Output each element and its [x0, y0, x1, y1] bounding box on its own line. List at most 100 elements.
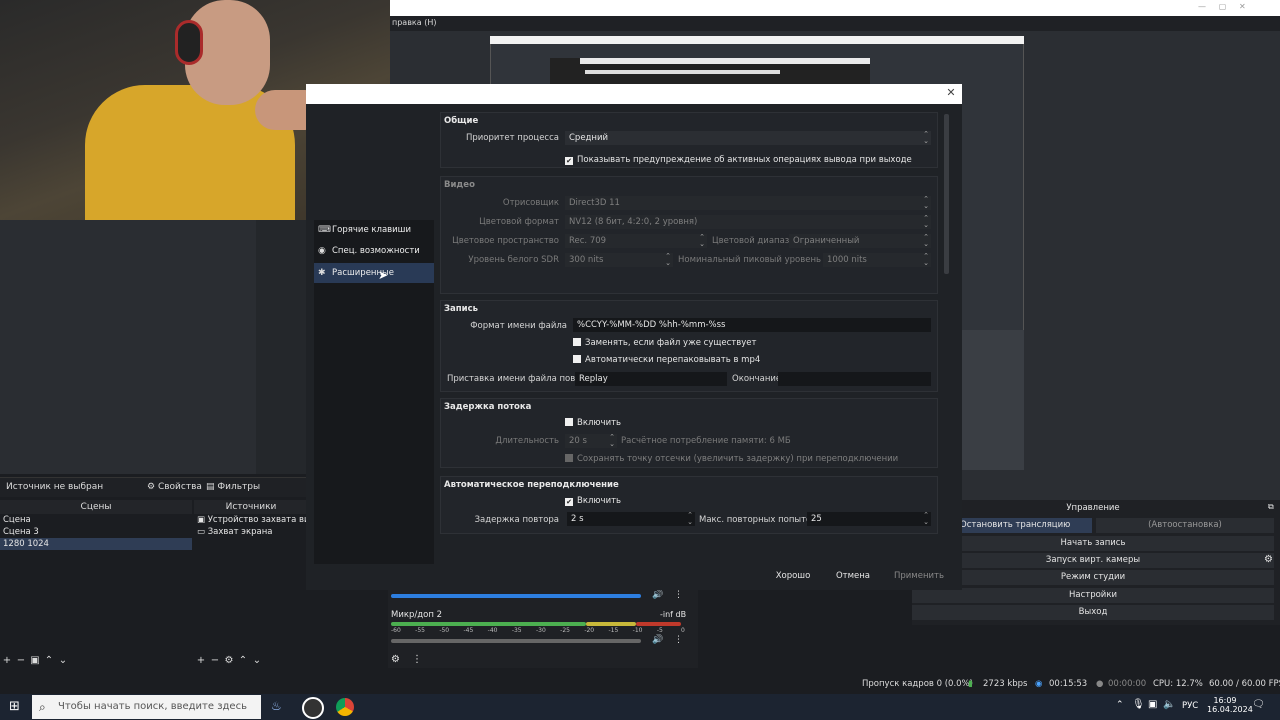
taskbar-search[interactable]: ⌕ Чтобы начать поиск, введите здесь запр…	[32, 695, 261, 719]
start-recording-button[interactable]: Начать запись	[912, 536, 1274, 551]
fps: 60.00 / 60.00 FPS	[1209, 679, 1280, 689]
settings-scroll-thumb[interactable]	[944, 114, 949, 274]
reconnect-enable-checkbox[interactable]: ✔ Включить	[565, 496, 621, 506]
mic-icon[interactable]: 🎙	[1132, 699, 1145, 710]
scene-item[interactable]: Сцена 3	[0, 526, 192, 538]
reconnect-enable-label: Включить	[577, 496, 622, 506]
window-titlebar	[390, 0, 1280, 16]
remove-icon[interactable]: −	[208, 654, 222, 668]
add-icon[interactable]: +	[194, 654, 208, 668]
nav-item-advanced[interactable]: ✱ Расширенные	[314, 263, 434, 283]
close-icon[interactable]: ✕	[1239, 2, 1246, 11]
undock-icon[interactable]: ⧉	[1268, 502, 1274, 512]
filters-button[interactable]: ▤ Фильтры	[206, 482, 260, 492]
language-indicator[interactable]: РУС	[1182, 701, 1198, 711]
properties-button[interactable]: ⚙ Свойства	[147, 482, 202, 492]
tray-arrow-icon[interactable]: ⌃	[1116, 700, 1124, 710]
steam-icon[interactable]: ♨	[271, 699, 282, 713]
ok-button[interactable]: Хорошо	[770, 568, 816, 584]
cancel-button[interactable]: Отмена	[832, 568, 874, 584]
windows-start-icon[interactable]: ⊞	[9, 699, 20, 714]
overwrite-checkbox[interactable]: Заменять, если файл уже существует	[573, 338, 756, 348]
replay-prefix-input[interactable]: Replay	[575, 372, 727, 386]
volume-slider[interactable]	[391, 594, 641, 598]
volume-slider[interactable]	[391, 639, 641, 643]
headphones	[175, 20, 203, 65]
color-range-label: Цветовой диапазон	[712, 236, 801, 246]
up-icon[interactable]: ⌃	[42, 654, 56, 668]
up-icon[interactable]: ⌃	[236, 654, 250, 668]
mixer-scale-tick: -55	[415, 627, 425, 634]
remux-checkbox[interactable]: Автоматически перепаковывать в mp4	[573, 355, 760, 365]
controls-dock: Управление ⧉ Остановить трансляцию (Авто…	[912, 500, 1280, 625]
speaker-icon[interactable]: 🔊	[652, 635, 663, 645]
clock[interactable]: 16:09 16.04.2024	[1207, 696, 1253, 714]
gear-icon: ⚙	[147, 482, 156, 492]
add-icon[interactable]: +	[0, 654, 14, 668]
down-icon[interactable]: ⌄	[250, 654, 264, 668]
down-icon[interactable]: ⌄	[56, 654, 70, 668]
retry-delay-spinbox[interactable]: 2 s ⌃ ⌄	[567, 512, 695, 526]
color-format-select: NV12 (8 бит, 4:2:0, 2 уровня) ⌃ ⌄	[565, 215, 931, 229]
mixer-scale-tick: -60	[391, 627, 401, 634]
priority-select[interactable]: Средний ⌃ ⌄	[565, 131, 931, 145]
memory-estimate: Расчётное потребление памяти: 6 МБ	[621, 436, 791, 446]
max-retries-spinbox[interactable]: 25 ⌃ ⌄	[807, 512, 931, 526]
mixer-scale-tick: -50	[439, 627, 450, 634]
more-icon[interactable]: ⋮	[674, 635, 683, 645]
menu-item-edit[interactable]: правка (H)	[392, 18, 436, 27]
mixer-scale-tick: -10	[632, 627, 643, 634]
source-item[interactable]: ▭ Захват экрана	[194, 526, 308, 538]
obs-icon[interactable]	[302, 697, 324, 719]
gear-icon[interactable]: ⚙	[222, 654, 236, 668]
mixer-scale-tick: -40	[487, 627, 498, 634]
source-preview	[0, 220, 256, 474]
wrench-icon: ✱	[318, 268, 326, 278]
close-icon[interactable]: ✕	[944, 86, 958, 100]
suffix-input[interactable]	[778, 372, 931, 386]
maximize-icon[interactable]: ▢	[1219, 2, 1227, 11]
select-arrows-icon: ⌃ ⌄	[699, 234, 705, 248]
studio-mode-button[interactable]: Режим студии	[912, 570, 1274, 585]
network-icon[interactable]: ▣	[1148, 699, 1157, 710]
window-controls[interactable]: — ▢ ✕	[1198, 2, 1278, 14]
source-item[interactable]: ▣ Устройство захвата видео	[194, 514, 308, 526]
speaker-icon[interactable]: 🔊	[652, 590, 663, 600]
source-label: Захват экрана	[207, 527, 273, 537]
filter-icon[interactable]: ▣	[28, 654, 42, 668]
more-icon[interactable]: ⋮	[674, 590, 683, 600]
auto-stop-button[interactable]: (Автоостановка)	[1096, 518, 1274, 533]
mixer-scale-tick: -30	[536, 627, 546, 634]
signal-icon: ▮	[968, 679, 973, 689]
settings-button[interactable]: Настройки	[912, 588, 1274, 603]
priority-value: Средний	[569, 133, 609, 143]
exit-button[interactable]: Выход	[912, 605, 1274, 620]
gear-icon[interactable]: ⚙	[391, 654, 400, 665]
nav-item-accessibility[interactable]: ◉ Спец. возможности	[314, 241, 434, 261]
scene-item-selected[interactable]: 1280 1024	[0, 538, 192, 550]
notifications-icon[interactable]: 🗨	[1252, 699, 1265, 710]
minimize-icon[interactable]: —	[1198, 2, 1206, 11]
nav-item-hotkeys[interactable]: ⌨ Горячие клавиши	[314, 220, 434, 240]
renderer-value: Direct3D 11	[569, 198, 620, 208]
chrome-icon[interactable]	[336, 698, 354, 716]
mixer-scale-tick: 0	[681, 627, 685, 634]
group-general: Общие Приоритет процесса Средний ⌃ ⌄ ✔ Пока…	[440, 112, 938, 168]
stream-delay-enable-checkbox[interactable]: Включить	[565, 418, 621, 428]
spin-arrows-icon: ⌃ ⌄	[923, 253, 929, 267]
filename-format-input[interactable]: %CCYY-%MM-%DD %hh-%mm-%ss	[573, 318, 931, 332]
virtual-camera-button[interactable]: Запуск вирт. камеры	[912, 553, 1274, 568]
gear-icon[interactable]: ⚙	[1264, 554, 1273, 565]
replay-prefix-label: Приставка имени файла повтора	[447, 374, 597, 384]
remove-icon[interactable]: −	[14, 654, 28, 668]
sources-dock-header: Источники	[194, 500, 308, 514]
duration-value: 20 s	[569, 436, 587, 446]
scene-item[interactable]: Сцена	[0, 514, 192, 526]
mixer-scale-tick: -45	[463, 627, 474, 634]
volume-icon[interactable]: 🔈	[1163, 699, 1175, 710]
more-icon[interactable]: ⋮	[412, 654, 422, 665]
apply-button[interactable]: Применить	[892, 568, 946, 584]
warn-checkbox[interactable]: ✔ Показывать предупреждение об активных о…	[565, 155, 912, 165]
nav-label: Горячие клавиши	[332, 225, 411, 235]
cpu-usage: CPU: 12.7%	[1153, 679, 1203, 689]
